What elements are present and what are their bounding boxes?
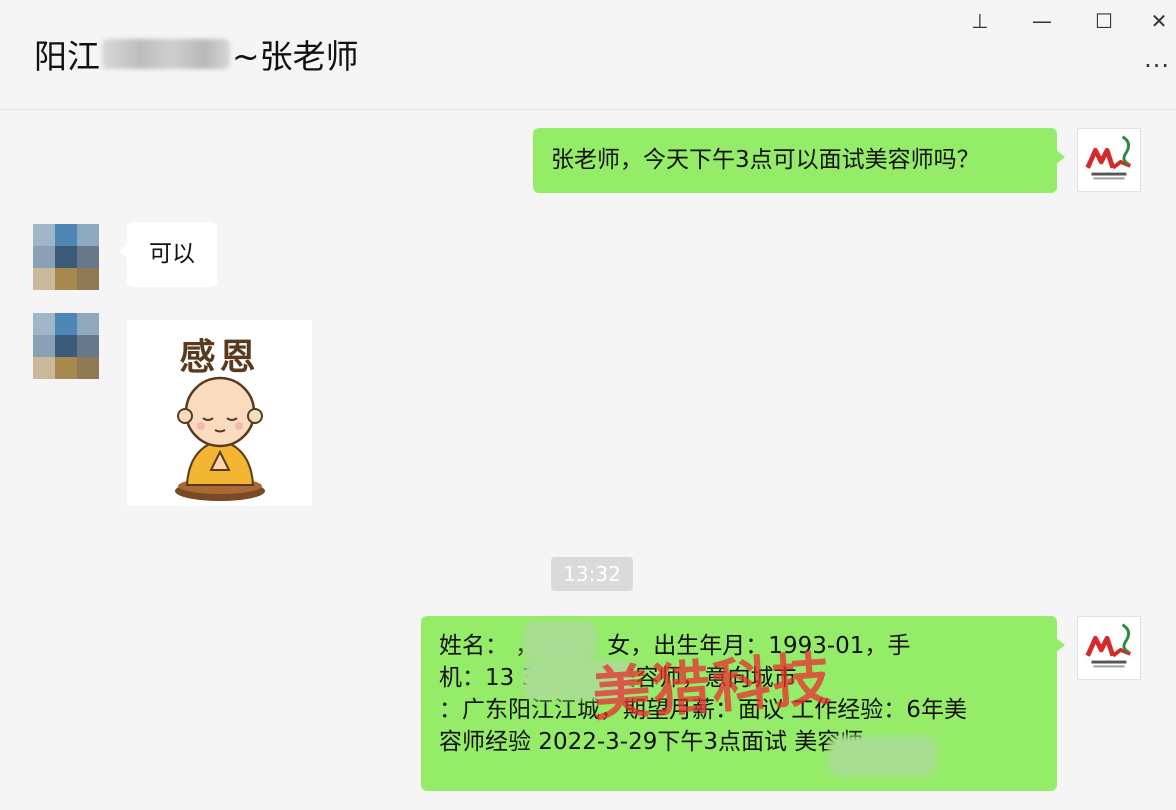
redacted-name [102,39,230,69]
message-bubble-outgoing[interactable]: 姓名： ，性别：女，出生年月：1993-01，手 机：13 3 职位：美容师，意… [421,616,1065,791]
contact-avatar[interactable] [33,313,99,379]
ml-logo-icon [1078,129,1140,191]
message-text: 可以 [149,241,195,267]
sticker-message[interactable]: 感恩 [127,320,312,506]
praying-monk-icon [175,376,265,501]
minimize-button[interactable]: — [1025,6,1059,36]
pin-icon: ⊥ [971,9,989,33]
maximize-icon: ☐ [1095,9,1113,33]
more-button[interactable]: ··· [1144,52,1170,80]
chat-title-prefix: 阳江 [34,37,100,76]
chat-title: 阳江 ~张老师 [34,30,359,78]
redacted-store-field [828,736,936,776]
chat-title-suffix: ~张老师 [232,37,359,76]
more-icon: ··· [1144,52,1170,80]
redacted-name-field [523,622,597,662]
message-bubble-incoming[interactable]: 可以 [119,222,217,287]
my-avatar[interactable] [1077,128,1141,192]
my-avatar[interactable] [1077,616,1141,680]
chat-header: 阳江 ~张老师 ⊥ — ☐ ✕ ··· [0,0,1176,110]
redacted-phone-field [523,660,633,700]
contact-avatar[interactable] [33,224,99,290]
message-text: 张老师，今天下午3点可以面试美容师吗？ [551,147,980,173]
maximize-button[interactable]: ☐ [1087,6,1121,36]
close-button[interactable]: ✕ [1142,6,1176,36]
message-line: 容师经验 2022-3-29下午3点面试 美容师 [439,729,864,755]
message-bubble-outgoing[interactable]: 张老师，今天下午3点可以面试美容师吗？ [533,128,1065,193]
ml-logo-icon [1078,617,1140,679]
timestamp: 13:32 [551,557,633,591]
minimize-icon: — [1032,9,1052,33]
pin-button[interactable]: ⊥ [963,6,997,36]
close-icon: ✕ [1150,9,1168,33]
